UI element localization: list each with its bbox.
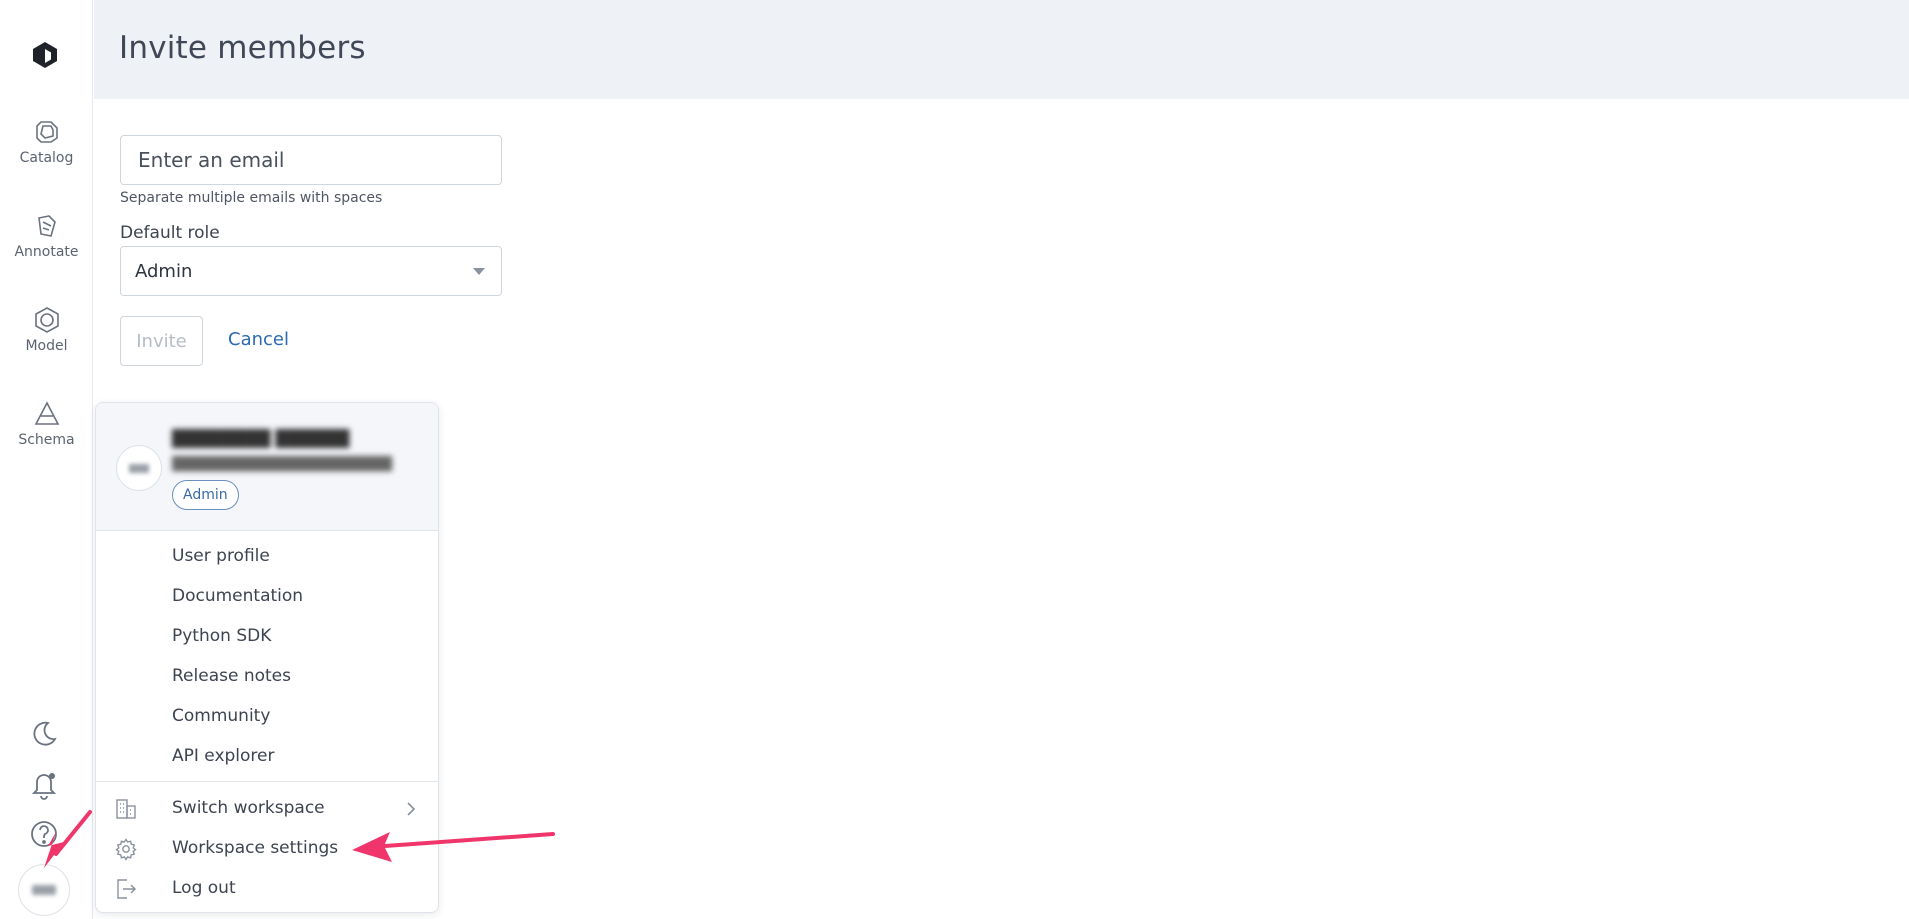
nav-model[interactable]: Model xyxy=(0,306,93,354)
menu-item-api-explorer[interactable]: API explorer xyxy=(96,739,438,775)
nav-schema-label: Schema xyxy=(18,432,75,448)
nav-annotate-label: Annotate xyxy=(14,244,79,260)
menu-item-label: User profile xyxy=(172,546,270,566)
catalog-icon xyxy=(35,121,58,143)
menu-item-label: API explorer xyxy=(172,746,275,766)
chevron-right-icon xyxy=(407,802,416,816)
page-title: Invite members xyxy=(119,30,366,66)
nav-annotate[interactable]: Annotate xyxy=(0,212,93,260)
gear-icon xyxy=(115,838,137,861)
menu-item-documentation[interactable]: Documentation xyxy=(96,579,438,615)
user-email-redacted: ██████████████████████ xyxy=(172,457,392,472)
menu-item-label: Workspace settings xyxy=(172,838,339,858)
building-icon xyxy=(116,799,136,819)
help-question-icon[interactable] xyxy=(28,818,60,850)
menu-item-user-profile[interactable]: User profile xyxy=(96,539,438,575)
schema-icon xyxy=(34,401,59,425)
menu-item-community[interactable]: Community xyxy=(96,699,438,735)
app-logo-icon[interactable] xyxy=(30,40,60,70)
menu-item-log-out[interactable]: Log out xyxy=(96,871,438,907)
default-role-value: Admin xyxy=(135,261,193,282)
page-header: Invite members xyxy=(94,0,1909,99)
user-avatar-button[interactable] xyxy=(18,864,70,916)
email-helper-text: Separate multiple emails with spaces xyxy=(120,190,383,206)
dark-mode-moon-icon[interactable] xyxy=(28,718,60,750)
menu-item-label: Documentation xyxy=(172,586,304,606)
nav-model-label: Model xyxy=(25,338,68,354)
user-menu-header: ████████ ██████ ██████████████████████ A… xyxy=(96,403,438,531)
user-menu-avatar xyxy=(116,445,162,491)
invite-button[interactable]: Invite xyxy=(120,316,203,366)
menu-item-label: Python SDK xyxy=(172,626,272,646)
menu-item-label: Community xyxy=(172,706,271,726)
user-menu: ████████ ██████ ██████████████████████ A… xyxy=(95,402,439,913)
notifications-bell-icon[interactable] xyxy=(28,768,60,800)
menu-item-python-sdk[interactable]: Python SDK xyxy=(96,619,438,655)
chevron-down-icon xyxy=(473,268,485,275)
default-role-select[interactable]: Admin xyxy=(120,246,502,296)
nav-catalog[interactable]: Catalog xyxy=(0,118,93,166)
menu-item-label: Switch workspace xyxy=(172,798,325,818)
menu-item-switch-workspace[interactable]: Switch workspace xyxy=(96,791,438,827)
nav-catalog-label: Catalog xyxy=(19,150,74,166)
avatar-initials-blurred xyxy=(32,885,56,895)
menu-item-label: Log out xyxy=(172,878,236,898)
role-badge: Admin xyxy=(172,480,239,510)
left-rail: Catalog Annotate Model Schema xyxy=(0,0,93,919)
cancel-button[interactable]: Cancel xyxy=(228,329,289,350)
default-role-label: Default role xyxy=(120,223,220,243)
menu-item-release-notes[interactable]: Release notes xyxy=(96,659,438,695)
menu-item-workspace-settings[interactable]: Workspace settings xyxy=(96,831,438,867)
email-input[interactable] xyxy=(120,135,502,185)
menu-item-label: Release notes xyxy=(172,666,291,686)
user-name-redacted: ████████ ██████ xyxy=(172,429,350,448)
annotate-icon xyxy=(37,215,56,237)
menu-divider xyxy=(96,781,438,782)
model-icon xyxy=(34,307,59,333)
nav-schema[interactable]: Schema xyxy=(0,400,93,448)
avatar-initials-blurred xyxy=(129,463,149,473)
logout-icon xyxy=(117,879,136,899)
